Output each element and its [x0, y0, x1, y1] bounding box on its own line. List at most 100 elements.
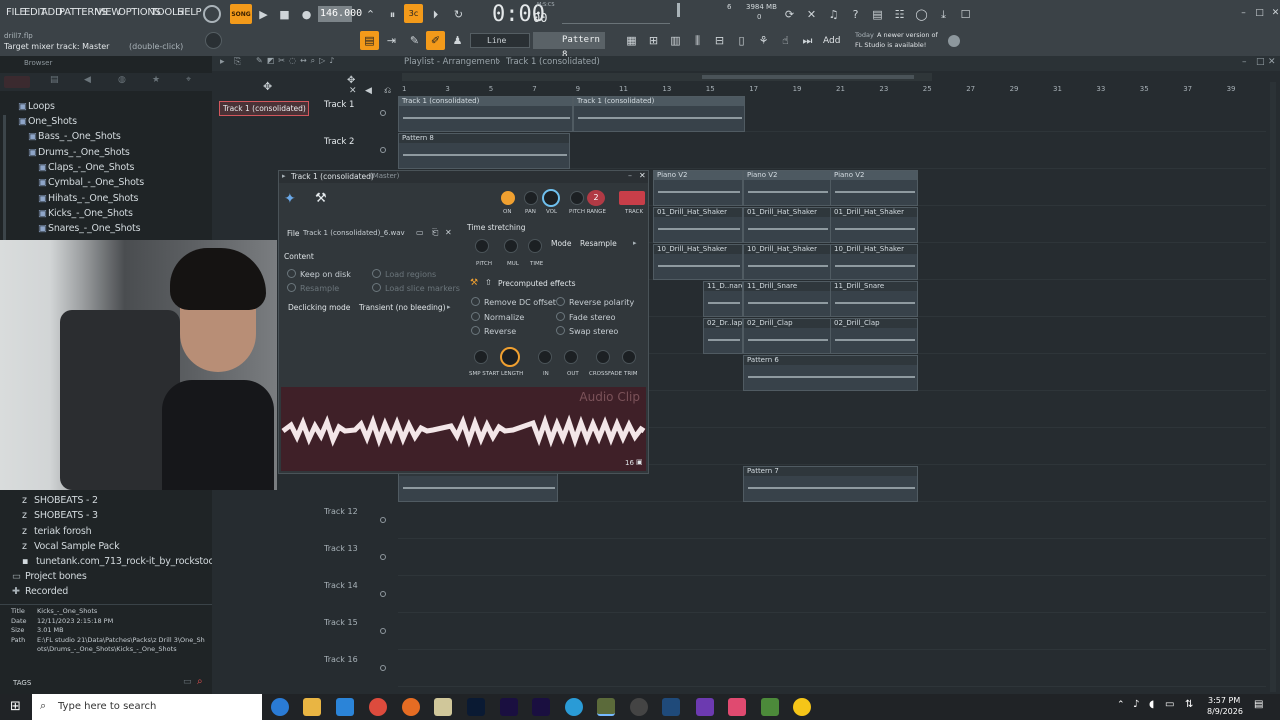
sampler-menu-icon[interactable]: ▸	[282, 172, 286, 180]
track-mute-button[interactable]	[380, 110, 386, 116]
sampler-close-icon[interactable]: ✕	[639, 171, 646, 180]
start-icon[interactable]: ⊞	[10, 699, 21, 714]
waveform-tab-icon[interactable]: ✦	[284, 191, 296, 207]
normalize-checkbox[interactable]: Normalize	[471, 312, 524, 322]
playlist-clip[interactable]: 11_Drill_Snare	[830, 281, 918, 317]
play-button[interactable]: ▶	[254, 5, 273, 24]
playlist-minimize-icon[interactable]: –	[1242, 57, 1247, 67]
track-name[interactable]: Track 13	[324, 544, 358, 553]
playlist-clip[interactable]: 01_Drill_Hat_Shaker	[830, 207, 918, 243]
track-mute-button[interactable]	[380, 554, 386, 560]
menu-file[interactable]: FILE	[6, 7, 26, 18]
step-edit-icon[interactable]: ⏵	[426, 5, 445, 24]
premiere-icon[interactable]	[500, 698, 518, 716]
playlist-clip[interactable]: 02_Dr..lap	[703, 318, 743, 354]
panic-icon[interactable]: ✕	[802, 5, 821, 24]
tempo-display[interactable]: 146.000	[318, 6, 362, 22]
pattern-selector[interactable]: Pattern 8	[533, 32, 605, 60]
edge-icon[interactable]	[271, 698, 289, 716]
move-icon-2[interactable]: ✥	[347, 75, 355, 86]
track-name[interactable]: Track 12	[324, 507, 358, 516]
news-body-2[interactable]: FL Studio is available!	[855, 41, 926, 49]
remove-dc-checkbox[interactable]: Remove DC offset	[471, 297, 556, 307]
selected-clip-source[interactable]: Track 1 (consolidated)	[219, 101, 309, 116]
playlist-clip[interactable]: Pattern 6	[743, 355, 918, 391]
track-name[interactable]: Track 1	[324, 100, 354, 110]
playlist-close-icon[interactable]: ✕	[1268, 57, 1276, 67]
sampler-minimize-icon[interactable]: –	[628, 171, 632, 180]
tray-mic-icon[interactable]: ♪	[1133, 699, 1139, 710]
photoshop-icon[interactable]	[467, 698, 485, 716]
timeline-ruler[interactable]: 1 3 5 7 9 11 13 15 17 19 21 23 25 27 29 31 33 35 37 39	[398, 85, 1266, 95]
edit-file-icon[interactable]: ⎗	[432, 228, 438, 238]
track-lane[interactable]	[398, 577, 1266, 613]
arrange-snap-icon[interactable]: ⎌	[384, 86, 391, 96]
tray-chevron-icon[interactable]: ⌃	[1117, 700, 1125, 710]
browser-lower-item[interactable]: Recorded	[25, 586, 68, 597]
minecraft-icon[interactable]	[761, 698, 779, 716]
bit-depth-icon[interactable]: ▣	[636, 458, 643, 466]
close-icon[interactable]: ✕	[1266, 3, 1280, 22]
vertical-scrollbar[interactable]	[1270, 82, 1276, 692]
plugin-icon[interactable]: ⚘	[754, 31, 773, 50]
metronome-icon[interactable]: ⌃	[361, 5, 380, 24]
declick-selector[interactable]: Transient (no bleeding)	[359, 303, 446, 312]
resample-checkbox[interactable]: Resample	[287, 283, 339, 293]
playlist-clip[interactable]: 10_Drill_Hat_Shaker	[743, 244, 831, 280]
ts-time-knob[interactable]	[528, 239, 542, 253]
taskbar-search[interactable]: ⌕ Type here to search	[32, 694, 262, 720]
slip-tool-icon[interactable]: ↔	[300, 56, 307, 69]
stop-button[interactable]: ■	[275, 5, 294, 24]
tray-speaker-icon[interactable]: ◖	[1149, 699, 1154, 710]
select-tool-icon[interactable]: ◩	[267, 56, 275, 69]
playlist-clip[interactable]: 01_Drill_Hat_Shaker	[653, 207, 743, 243]
track-mute-button[interactable]	[380, 665, 386, 671]
sampler-titlebar[interactable]: ▸ Track 1 (consolidated) (Master) – ✕	[279, 171, 648, 183]
browser-folder-item[interactable]: Cymbal_-_One_Shots	[48, 177, 144, 188]
browser-favorites-icon[interactable]: ★	[152, 75, 160, 85]
playlist-clip[interactable]: 11_Drill_Snare	[743, 281, 831, 317]
browser-folder-item[interactable]: Drums_-_One_Shots	[38, 147, 130, 158]
save-icon[interactable]: ▤	[868, 5, 887, 24]
vol-knob[interactable]	[542, 189, 560, 207]
mixer-window-icon[interactable]: ⫼	[688, 31, 707, 50]
browser-folder-item[interactable]: Snares_-_One_Shots	[48, 223, 141, 234]
pitch-knob[interactable]	[570, 191, 584, 205]
playlist-clip[interactable]: 01_Drill_Hat_Shaker	[743, 207, 831, 243]
countdown-icon[interactable]: 3c	[404, 4, 423, 23]
track-name[interactable]: Track 16	[324, 655, 358, 664]
pitch-range-value[interactable]: 2	[587, 190, 605, 206]
speaker-icon[interactable]: ♪	[329, 56, 334, 69]
swap-stereo-checkbox[interactable]: Swap stereo	[556, 326, 618, 336]
playlist-clip[interactable]: Piano V2	[653, 170, 743, 206]
track-name[interactable]: Track 14	[324, 581, 358, 590]
sample-start-knob[interactable]	[474, 350, 488, 364]
playlist-clip[interactable]: 11_D..nare	[703, 281, 743, 317]
channel-rack-icon[interactable]: ⊞	[644, 31, 663, 50]
slice-tool-icon[interactable]: ✂	[278, 56, 285, 69]
skip-icon[interactable]: ⏭	[798, 31, 817, 50]
master-volume-slider[interactable]	[562, 6, 670, 24]
track-mute-button[interactable]	[380, 591, 386, 597]
microphone-icon[interactable]: ♫	[824, 5, 843, 24]
file-explorer-icon[interactable]	[303, 698, 321, 716]
mode-selector[interactable]: Resample	[580, 239, 617, 248]
declick-arrow-icon[interactable]: ▸	[447, 303, 451, 311]
record-button[interactable]: ●	[297, 5, 316, 24]
load-slice-checkbox[interactable]: Load slice markers	[372, 283, 460, 293]
yellow-app-icon[interactable]	[793, 698, 811, 716]
playlist-options-icon[interactable]: ▤	[360, 31, 379, 50]
app-g-icon[interactable]	[728, 698, 746, 716]
mode-arrow-icon[interactable]: ▸	[633, 239, 637, 247]
pan-knob[interactable]	[524, 191, 538, 205]
stamp-tool-icon[interactable]: ♟	[448, 31, 467, 50]
draw-tool-small-icon[interactable]: ✎	[256, 56, 263, 69]
out-knob[interactable]	[564, 350, 578, 364]
browser-lower-item[interactable]: Project bones	[25, 571, 87, 582]
firefox-icon[interactable]	[402, 698, 420, 716]
fl-studio-icon[interactable]	[597, 698, 615, 716]
wrench-tab-icon[interactable]: ⚒	[315, 191, 327, 206]
length-knob[interactable]	[500, 347, 520, 367]
browser-icon[interactable]: ▯	[732, 31, 751, 50]
download-icon[interactable]: ⤓	[934, 5, 953, 24]
